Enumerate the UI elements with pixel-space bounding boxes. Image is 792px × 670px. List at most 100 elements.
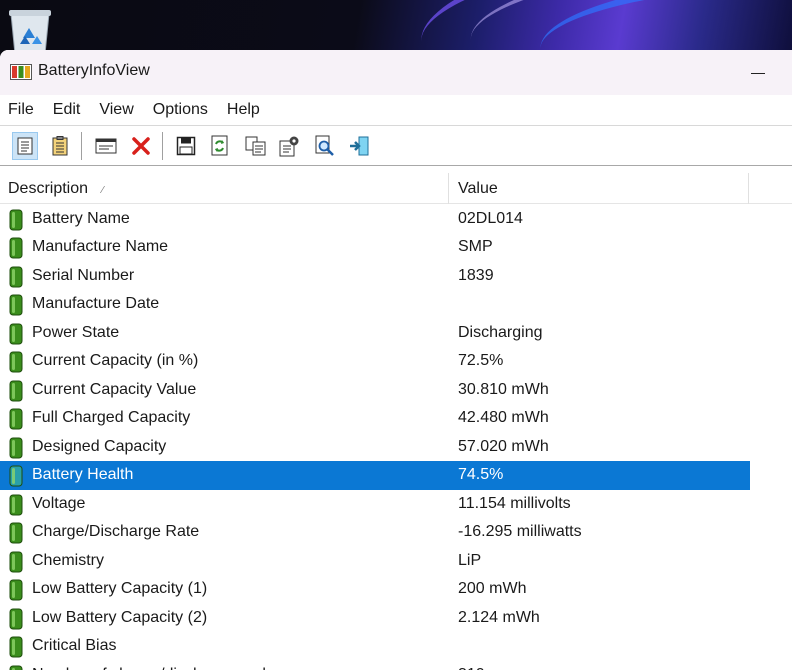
list-row[interactable]: Low Battery Capacity (1) 200 mWh [0, 575, 750, 604]
battery-icon [9, 465, 23, 487]
battery-icon [9, 323, 23, 345]
options-button[interactable] [276, 132, 302, 160]
list-row[interactable]: Designed Capacity 57.020 mWh [0, 433, 750, 462]
battery-icon [9, 351, 23, 373]
save-floppy-icon [176, 136, 196, 156]
find-button[interactable] [312, 132, 338, 160]
properties-button[interactable] [93, 132, 119, 160]
menu-file[interactable]: File [8, 101, 34, 119]
list-row[interactable]: Full Charged Capacity 42.480 mWh [0, 404, 750, 433]
battery-icon [9, 437, 23, 459]
row-value: Discharging [458, 323, 543, 341]
column-header-value-label: Value [458, 179, 498, 197]
delete-x-icon [132, 137, 150, 155]
row-value: 200 mWh [458, 580, 527, 598]
list-row[interactable]: Current Capacity Value 30.810 mWh [0, 376, 750, 405]
row-value: 30.810 mWh [458, 380, 549, 398]
copy-icon [245, 136, 266, 156]
row-description: Current Capacity (in %) [32, 352, 199, 370]
menu-help[interactable]: Help [227, 101, 260, 119]
list-row[interactable]: Battery Name 02DL014 [0, 205, 750, 234]
row-description: Serial Number [32, 266, 135, 284]
row-value: 57.020 mWh [458, 437, 549, 455]
list-row[interactable]: Battery Health 74.5% [0, 461, 750, 490]
row-description: Full Charged Capacity [32, 409, 191, 427]
battery-icon [9, 237, 23, 259]
menu-bar: File Edit View Options Help [0, 95, 792, 125]
delete-button[interactable] [128, 132, 154, 160]
row-description: Critical Bias [32, 637, 117, 655]
row-description: Battery Health [32, 466, 134, 484]
battery-icon [9, 380, 23, 402]
row-value: SMP [458, 238, 493, 256]
row-value: 2.124 mWh [458, 608, 540, 626]
sort-ascending-icon: ⁄ [102, 184, 104, 196]
battery-icon [9, 665, 23, 670]
row-description: Manufacture Name [32, 238, 169, 256]
row-description: Low Battery Capacity (2) [32, 608, 208, 626]
row-value: LiP [458, 551, 482, 569]
list-row[interactable]: Critical Bias [0, 632, 750, 661]
minimize-button[interactable] [738, 60, 778, 86]
row-value: 1839 [458, 266, 494, 284]
copy-button[interactable] [243, 132, 269, 160]
menu-view[interactable]: View [99, 101, 133, 119]
list-row[interactable]: Chemistry LiP [0, 547, 750, 576]
battery-icon [9, 636, 23, 658]
app-window: BatteryInfoView File Edit View Options H… [0, 50, 792, 670]
row-description: Battery Name [32, 209, 130, 227]
toolbar [0, 125, 792, 166]
list-row[interactable]: Manufacture Name SMP [0, 233, 750, 262]
row-value: 72.5% [458, 352, 504, 370]
list-row[interactable]: Charge/Discharge Rate -16.295 milliwatts [0, 518, 750, 547]
battery-icon [9, 209, 23, 231]
refresh-button[interactable] [207, 132, 233, 160]
row-description: Charge/Discharge Rate [32, 523, 200, 541]
row-description: Chemistry [32, 551, 105, 569]
menu-edit[interactable]: Edit [53, 101, 81, 119]
row-description: Low Battery Capacity (1) [32, 580, 208, 598]
row-value: 310 [458, 666, 485, 670]
list-row[interactable]: Power State Discharging [0, 319, 750, 348]
list-row[interactable]: Serial Number 1839 [0, 262, 750, 291]
column-header-description[interactable]: Description ⁄ [8, 173, 104, 204]
properties-window-icon [95, 138, 117, 154]
exit-icon [350, 136, 369, 156]
recycle-bin-icon[interactable] [3, 6, 57, 56]
row-description: Voltage [32, 494, 86, 512]
list-row[interactable]: Low Battery Capacity (2) 2.124 mWh [0, 604, 750, 633]
html-report-button[interactable] [12, 132, 38, 160]
battery-icon [9, 266, 23, 288]
battery-icon [9, 579, 23, 601]
html-report-icon [17, 137, 33, 155]
list-row[interactable]: Number of charge/discharge cycles 310 [0, 661, 750, 670]
row-description: Designed Capacity [32, 437, 167, 455]
row-value: -16.295 milliwatts [458, 523, 582, 541]
find-icon [315, 135, 334, 156]
clipboard-report-button[interactable] [47, 132, 73, 160]
battery-icon [9, 608, 23, 630]
battery-icon [9, 494, 23, 516]
menu-options[interactable]: Options [153, 101, 208, 119]
list-header: Description ⁄ Value [0, 173, 792, 204]
save-button[interactable] [173, 132, 199, 160]
row-value: 42.480 mWh [458, 409, 549, 427]
list-row[interactable]: Manufacture Date [0, 290, 750, 319]
row-description: Current Capacity Value [32, 380, 197, 398]
list-row[interactable]: Voltage 11.154 millivolts [0, 490, 750, 519]
column-header-value[interactable]: Value [458, 173, 498, 204]
battery-icon [9, 294, 23, 316]
battery-icon [9, 522, 23, 544]
exit-button[interactable] [346, 132, 372, 160]
battery-info-list[interactable]: Description ⁄ Value Battery Name 02DL014 M… [0, 173, 792, 670]
row-description: Manufacture Date [32, 295, 160, 313]
battery-app-icon [10, 64, 32, 80]
column-header-description-label: Description [8, 179, 89, 197]
title-bar[interactable]: BatteryInfoView [0, 50, 792, 95]
list-row[interactable]: Current Capacity (in %) 72.5% [0, 347, 750, 376]
row-description: Power State [32, 323, 120, 341]
clipboard-list-icon [52, 136, 68, 156]
refresh-icon [211, 135, 228, 156]
options-icon [279, 136, 299, 157]
row-value: 02DL014 [458, 209, 523, 227]
